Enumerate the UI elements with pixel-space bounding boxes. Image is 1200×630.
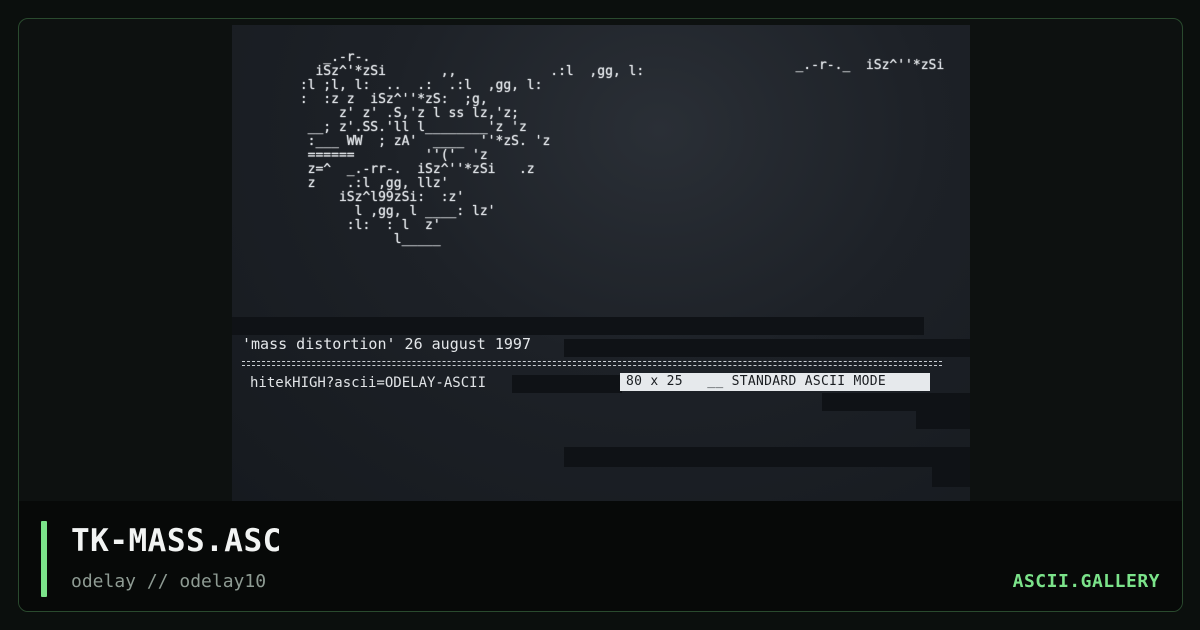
terminal-shade-block [932,467,970,487]
terminal-shade-block [916,411,970,429]
card-frame: _.-r-. iSz^'*zSi ,, .:l ,gg, l: :l ;l, l… [18,18,1183,612]
ascii-artwork-preview[interactable]: _.-r-. iSz^'*zSi ,, .:l ,gg, l: :l ;l, l… [232,25,970,501]
artwork-title: TK-MASS.ASC [71,523,282,559]
terminal-shade-block [564,447,970,467]
dashed-rule [242,361,942,366]
ascii-art-right: _.-r-. _.-r-._ iSz^''*zSi [795,58,945,73]
terminal-shade-block [512,375,622,393]
artwork-credit: hitekHIGH?ascii=ODELAY-ASCII [250,375,487,391]
footer-bar: TK-MASS.ASC odelay // odelay10 ASCII.GAL… [19,501,1182,611]
terminal-shade-block [564,339,970,357]
terminal-shade-block [232,317,924,335]
artwork-author[interactable]: odelay // odelay10 [71,571,266,592]
accent-bar [41,521,47,597]
mode-label: 80 x 25 __ STANDARD ASCII MODE [620,373,930,391]
ascii-art-main: _.-r-. iSz^'*zSi ,, .:l ,gg, l: :l ;l, l… [299,50,645,247]
artwork-caption: 'mass distortion' 26 august 1997 [242,335,531,353]
site-brand[interactable]: ASCII.GALLERY [1013,571,1160,592]
terminal-shade-block [822,393,970,411]
